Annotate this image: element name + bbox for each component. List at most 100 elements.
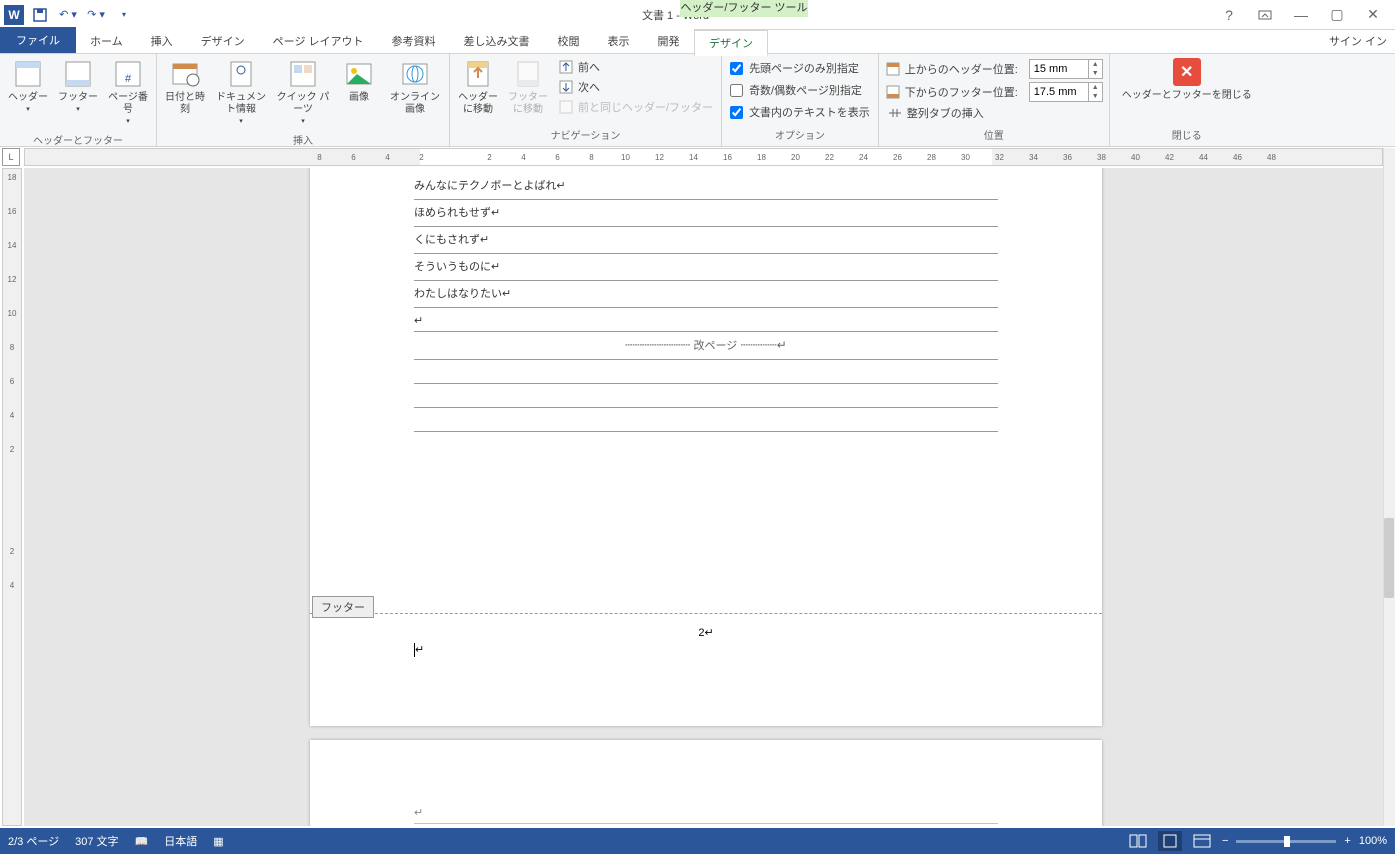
- group-navigation: ヘッダーに移動 フッターに移動 前へ 次へ 前と同じヘッダー/フッター ナビゲー…: [450, 54, 722, 146]
- spin-down[interactable]: ▼: [1089, 92, 1102, 101]
- tab-selector[interactable]: L: [2, 148, 20, 166]
- online-picture-button[interactable]: オンライン画像: [385, 56, 445, 118]
- show-document-text-checkbox[interactable]: 文書内のテキストを表示: [726, 102, 874, 122]
- tab-mailings[interactable]: 差し込み文書: [450, 29, 544, 53]
- proofing-icon[interactable]: 📖: [135, 835, 149, 848]
- insert-alignment-tab-button[interactable]: 整列タブの挿入: [883, 104, 1105, 122]
- different-odd-even-checkbox[interactable]: 奇数/偶数ページ別指定: [726, 80, 874, 100]
- close-window-button[interactable]: ✕: [1359, 1, 1387, 29]
- zoom-slider[interactable]: [1236, 840, 1336, 843]
- body-line: [414, 384, 998, 408]
- signin-link[interactable]: サイン イン: [1329, 33, 1387, 49]
- read-mode-button[interactable]: [1126, 831, 1150, 851]
- redo-button[interactable]: ↷ ▾: [84, 3, 108, 27]
- vertical-scrollbar[interactable]: [1383, 148, 1395, 826]
- undo-button[interactable]: ↶ ▾: [56, 3, 80, 27]
- word-app-icon: W: [4, 5, 24, 25]
- header-from-top-input[interactable]: ▲▼: [1029, 59, 1103, 79]
- qat-customize[interactable]: ▾: [112, 3, 136, 27]
- group-label: オプション: [726, 125, 874, 144]
- body-line: くにもされず↵: [414, 227, 998, 254]
- different-first-page-checkbox[interactable]: 先頭ページのみ別指定: [726, 58, 874, 78]
- page-number-field[interactable]: 2↵: [414, 626, 998, 639]
- body-line: ↵: [414, 308, 998, 332]
- page-indicator[interactable]: 2/3 ページ: [8, 833, 59, 849]
- spin-up[interactable]: ▲: [1089, 83, 1102, 92]
- language-indicator[interactable]: 日本語: [164, 833, 197, 849]
- document-canvas[interactable]: みんなにテクノボーとよばれ↵ ほめられもせず↵ くにもされず↵ そういうものに↵…: [24, 168, 1383, 826]
- group-label: 位置: [883, 125, 1105, 144]
- scroll-thumb[interactable]: [1384, 518, 1394, 598]
- group-label: ヘッダーとフッター: [4, 130, 152, 149]
- next-section-button[interactable]: 次へ: [554, 78, 717, 96]
- spin-down[interactable]: ▼: [1089, 69, 1102, 78]
- ribbon: ヘッダー▾ フッター▾ #ページ番号▾ ヘッダーとフッター 日付と時刻 ドキュメ…: [0, 54, 1395, 147]
- tab-review[interactable]: 校閲: [544, 29, 594, 53]
- tab-header-footer-design[interactable]: デザイン: [694, 30, 768, 56]
- macro-indicator[interactable]: ▦: [213, 835, 223, 848]
- group-label: ナビゲーション: [454, 125, 717, 144]
- context-tab-title: ヘッダー/フッター ツール: [680, 0, 808, 17]
- tab-design[interactable]: デザイン: [187, 29, 259, 53]
- quick-parts-button[interactable]: クイック パーツ▾: [273, 56, 333, 130]
- tab-insert[interactable]: 挿入: [137, 29, 187, 53]
- zoom-level[interactable]: 100%: [1359, 835, 1387, 847]
- body-line: ほめられもせず↵: [414, 200, 998, 227]
- document-title: 文書 1 - Word: [136, 7, 1215, 23]
- tab-file[interactable]: ファイル: [0, 27, 76, 53]
- group-header-footer: ヘッダー▾ フッター▾ #ページ番号▾ ヘッダーとフッター: [0, 54, 157, 146]
- minimize-button[interactable]: —: [1287, 1, 1315, 29]
- footer-from-bottom-row: 下からのフッター位置: ▲▼: [883, 81, 1105, 103]
- footer-tag: フッター: [312, 596, 374, 618]
- header-from-top-row: 上からのヘッダー位置: ▲▼: [883, 58, 1105, 80]
- group-insert: 日付と時刻 ドキュメント情報▾ クイック パーツ▾ 画像 オンライン画像 挿入: [157, 54, 450, 146]
- vertical-ruler[interactable]: 1816141210864224: [2, 168, 22, 826]
- body-line: [414, 408, 998, 432]
- horizontal-ruler[interactable]: 8642246810121416182022242628303234363840…: [24, 148, 1383, 166]
- statusbar: 2/3 ページ 307 文字 📖 日本語 ▦ − + 100%: [0, 828, 1395, 854]
- tab-home[interactable]: ホーム: [76, 29, 137, 53]
- page-3: ↵ ヘッダー ↵ ↵ ↵ ↵ ↵: [310, 740, 1102, 826]
- footer-gallery-button[interactable]: フッター▾: [54, 56, 102, 118]
- header-position-icon: [885, 61, 901, 77]
- web-layout-button[interactable]: [1190, 831, 1214, 851]
- group-options: 先頭ページのみ別指定 奇数/偶数ページ別指定 文書内のテキストを表示 オプション: [722, 54, 879, 146]
- restore-button[interactable]: ▢: [1323, 1, 1351, 29]
- document-info-button[interactable]: ドキュメント情報▾: [211, 56, 271, 130]
- word-count[interactable]: 307 文字: [75, 833, 118, 849]
- link-to-previous-button: 前と同じヘッダー/フッター: [554, 98, 717, 116]
- close-header-footer-button[interactable]: ✕ ヘッダーとフッターを閉じる: [1114, 56, 1260, 104]
- previous-section-button[interactable]: 前へ: [554, 58, 717, 76]
- group-position: 上からのヘッダー位置: ▲▼ 下からのフッター位置: ▲▼ 整列タブの挿入 位置: [879, 54, 1110, 146]
- goto-footer-button: フッターに移動: [504, 56, 552, 118]
- body-line: [414, 360, 998, 384]
- body-line: そういうものに↵: [414, 254, 998, 281]
- footer-area[interactable]: 2↵ ↵: [414, 626, 998, 657]
- date-time-button[interactable]: 日付と時刻: [161, 56, 209, 118]
- picture-button[interactable]: 画像: [335, 56, 383, 106]
- print-layout-button[interactable]: [1158, 831, 1182, 851]
- save-button[interactable]: [28, 3, 52, 27]
- page-number-button[interactable]: #ページ番号▾: [104, 56, 152, 130]
- ribbon-tabs: ファイル ホーム 挿入 デザイン ページ レイアウト 参考資料 差し込み文書 校…: [0, 30, 1395, 54]
- spin-up[interactable]: ▲: [1089, 60, 1102, 69]
- footer-position-icon: [885, 84, 901, 100]
- page-2: みんなにテクノボーとよばれ↵ ほめられもせず↵ くにもされず↵ そういうものに↵…: [310, 168, 1102, 726]
- footer-from-bottom-input[interactable]: ▲▼: [1029, 82, 1103, 102]
- header-gallery-button[interactable]: ヘッダー▾: [4, 56, 52, 118]
- ribbon-display-options[interactable]: [1251, 1, 1279, 29]
- group-label: 閉じる: [1114, 125, 1260, 144]
- zoom-out-button[interactable]: −: [1222, 835, 1228, 847]
- zoom-in-button[interactable]: +: [1344, 835, 1350, 847]
- tab-layout[interactable]: ページ レイアウト: [259, 29, 378, 53]
- tab-view[interactable]: 表示: [594, 29, 644, 53]
- tab-developer[interactable]: 開発: [644, 29, 694, 53]
- close-icon: ✕: [1173, 58, 1201, 86]
- help-button[interactable]: ?: [1215, 1, 1243, 29]
- tab-references[interactable]: 参考資料: [378, 29, 450, 53]
- page-break-marker: ┄┄┄┄┄┄┄┄┄ 改ページ ┄┄┄┄┄↵: [414, 332, 998, 360]
- body-line: みんなにテクノボーとよばれ↵: [414, 173, 998, 200]
- goto-header-button[interactable]: ヘッダーに移動: [454, 56, 502, 118]
- body-line: わたしはなりたい↵: [414, 281, 998, 308]
- group-close: ✕ ヘッダーとフッターを閉じる 閉じる: [1110, 54, 1264, 146]
